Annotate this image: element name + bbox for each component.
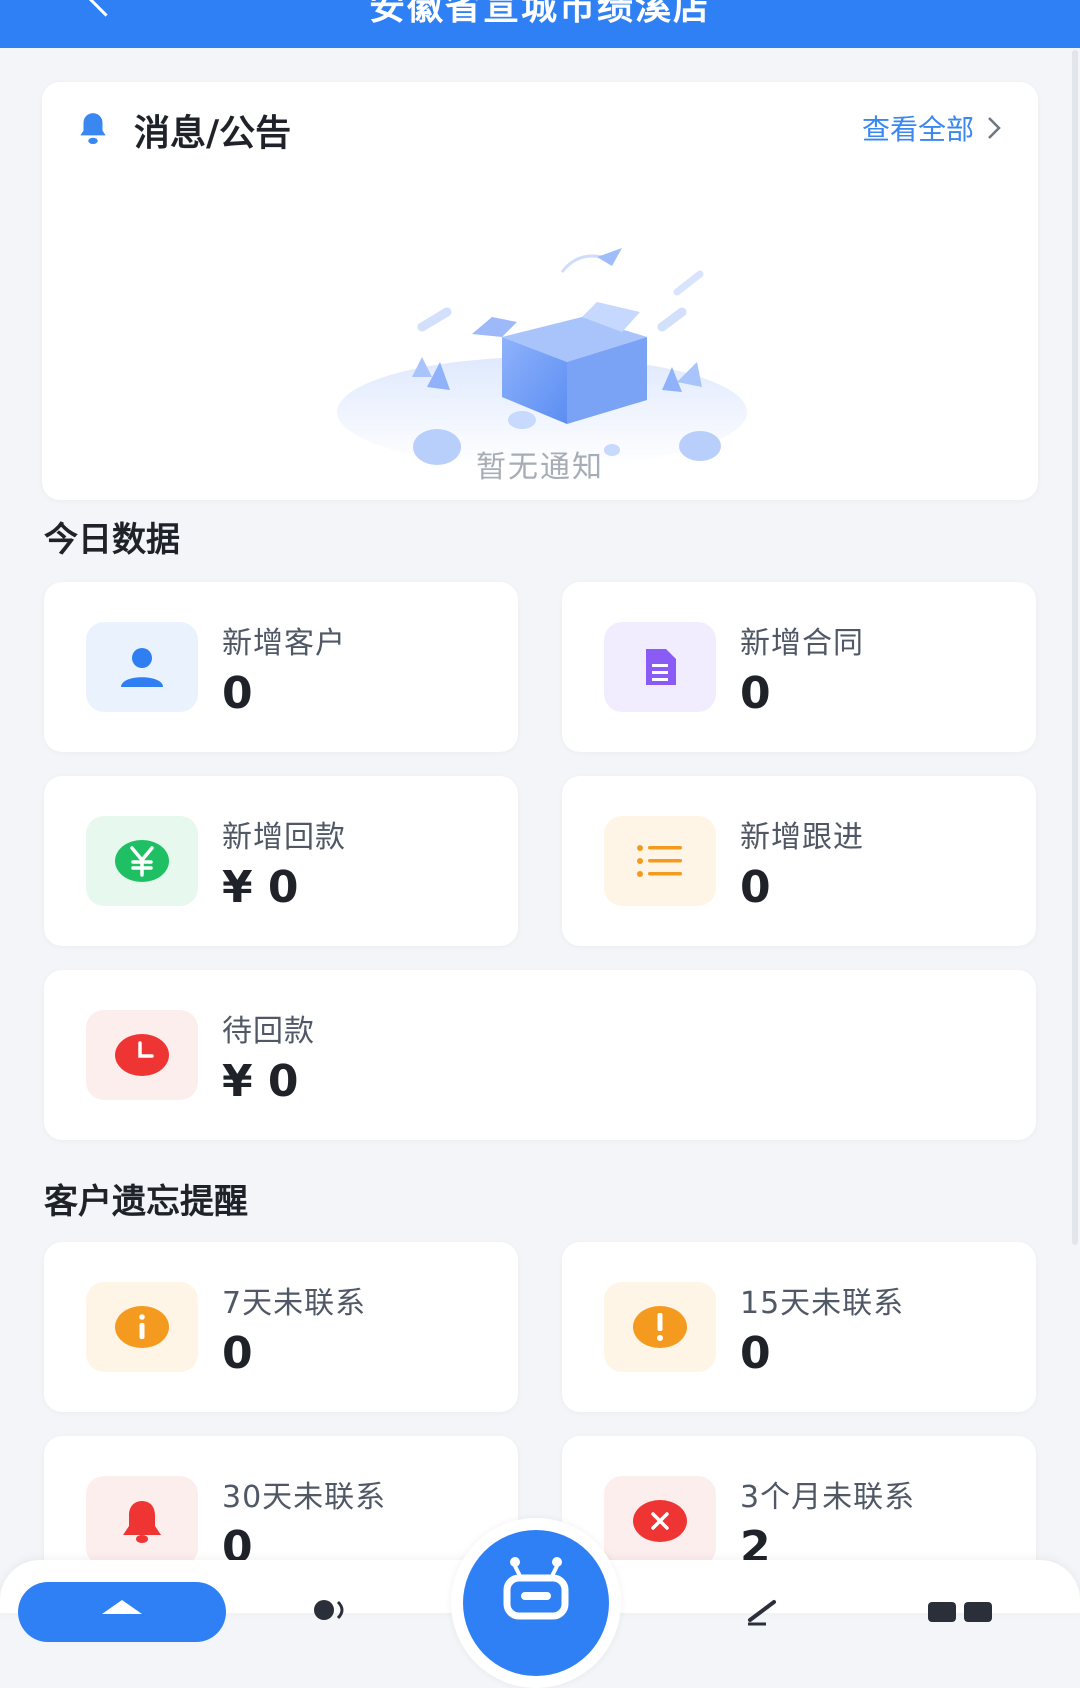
bell-icon bbox=[80, 113, 106, 145]
notice-title: 消息/公告 bbox=[134, 113, 292, 154]
clock-icon bbox=[115, 1034, 169, 1076]
close-icon bbox=[633, 1500, 687, 1542]
stat-card-new-contracts[interactable]: 新增合同 0 bbox=[562, 582, 1036, 752]
stat-label: 待回款 bbox=[222, 1014, 315, 1049]
view-all-label: 查看全部 bbox=[861, 113, 974, 146]
stat-icon-box bbox=[86, 1476, 198, 1566]
empty-notice-text: 暂无通知 bbox=[476, 450, 604, 485]
robot-button-inner bbox=[463, 1530, 609, 1676]
reminder-label: 30天未联系 bbox=[222, 1480, 387, 1515]
user-icon bbox=[121, 648, 163, 687]
scrollbar[interactable] bbox=[1072, 50, 1078, 1245]
stat-label: 新增客户 bbox=[222, 626, 346, 661]
stat-icon-box bbox=[86, 622, 198, 712]
stat-icon-box bbox=[604, 622, 716, 712]
stat-value: 0 bbox=[222, 668, 253, 719]
page-title: 安徽省宣城市绩溪店 bbox=[368, 0, 711, 28]
stat-icon-box bbox=[86, 1010, 198, 1100]
stat-card-pending-payments[interactable]: 待回款 ¥ 0 bbox=[44, 970, 1036, 1140]
reminder-label: 3个月未联系 bbox=[740, 1480, 916, 1515]
reminder-label: 15天未联系 bbox=[740, 1286, 905, 1321]
tab-home[interactable] bbox=[18, 1582, 226, 1642]
stat-icon-box bbox=[604, 816, 716, 906]
exclamation-icon bbox=[633, 1306, 687, 1348]
document-icon bbox=[646, 649, 676, 685]
today-section-title: 今日数据 bbox=[44, 520, 180, 560]
info-icon bbox=[115, 1306, 169, 1348]
stat-value: 0 bbox=[740, 862, 771, 913]
stat-label: 新增合同 bbox=[740, 626, 864, 661]
reminder-card-7-days[interactable]: 7天未联系 0 bbox=[44, 1242, 518, 1412]
stat-label: 新增跟进 bbox=[740, 820, 864, 855]
chevron-right-icon bbox=[988, 117, 1001, 139]
reminder-value: 0 bbox=[740, 1328, 771, 1379]
reminder-label: 7天未联系 bbox=[222, 1286, 367, 1321]
app-header: 安徽省宣城市绩溪店 bbox=[0, 0, 1080, 48]
stat-value: ¥ 0 bbox=[222, 1056, 299, 1107]
pen-icon[interactable] bbox=[744, 1596, 788, 1626]
stat-icon-box bbox=[604, 1282, 716, 1372]
reminders-section-title: 客户遗忘提醒 bbox=[44, 1182, 248, 1222]
stat-card-new-customers[interactable]: 新增客户 0 bbox=[44, 582, 518, 752]
reminder-card-15-days[interactable]: 15天未联系 0 bbox=[562, 1242, 1036, 1412]
stat-card-new-followups[interactable]: 新增跟进 0 bbox=[562, 776, 1036, 946]
reminder-value: 0 bbox=[222, 1328, 253, 1379]
notice-card: 消息/公告 查看全部 暂无通知 bbox=[42, 82, 1038, 500]
stat-card-new-payments[interactable]: 新增回款 ¥ 0 bbox=[44, 776, 518, 946]
stat-value: ¥ 0 bbox=[222, 862, 299, 913]
stat-icon-box bbox=[86, 1282, 198, 1372]
stat-value: 0 bbox=[740, 668, 771, 719]
robot-icon bbox=[503, 1557, 569, 1620]
stat-icon-box bbox=[604, 1476, 716, 1566]
list-icon bbox=[637, 845, 682, 877]
stat-label: 新增回款 bbox=[222, 820, 346, 855]
robot-assistant-button[interactable] bbox=[451, 1518, 621, 1688]
stat-icon-box bbox=[86, 816, 198, 906]
view-all-link[interactable]: 查看全部 bbox=[862, 108, 1002, 148]
home-icon bbox=[102, 1600, 142, 1614]
yen-icon bbox=[115, 840, 169, 882]
contacts-icon[interactable] bbox=[306, 1596, 350, 1626]
grid-icon[interactable] bbox=[928, 1602, 992, 1622]
bell-icon bbox=[123, 1501, 161, 1543]
